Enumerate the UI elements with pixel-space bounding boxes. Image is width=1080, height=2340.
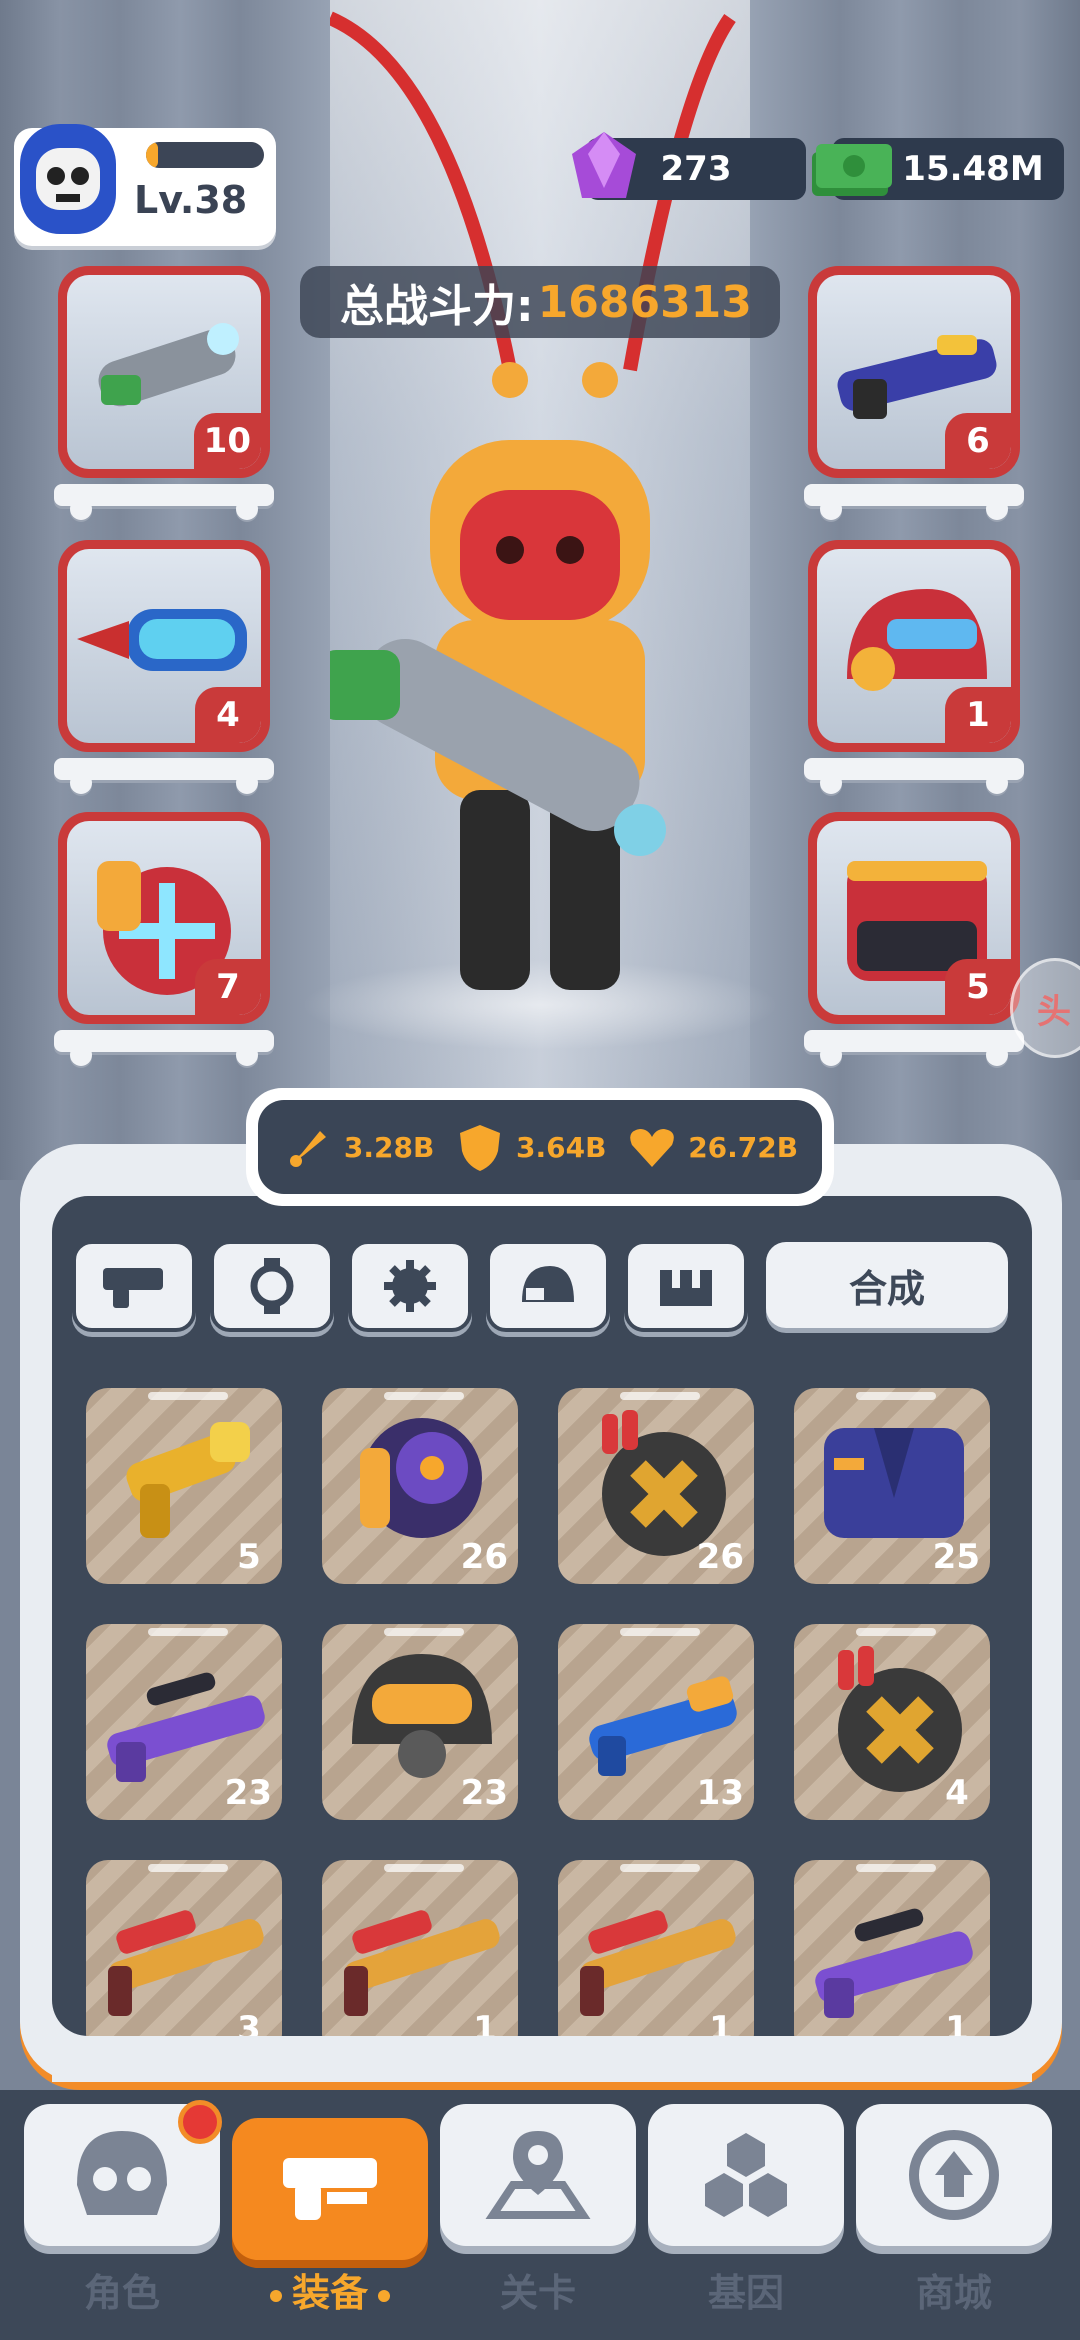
inventory-item[interactable]: 5	[78, 1380, 290, 1592]
nav-shop-label: 商城	[915, 2271, 992, 2315]
nav-gene[interactable]	[648, 2104, 844, 2246]
shelf	[804, 484, 1024, 520]
side-tab-label: 头	[1037, 991, 1071, 1032]
inventory-item[interactable]: 4	[786, 1616, 998, 1828]
defense-stat: 3.64B	[454, 1121, 606, 1173]
watch-icon	[250, 1258, 294, 1314]
nav-equipment-text: 装备	[291, 2271, 368, 2315]
shield-icon	[460, 1125, 501, 1171]
heart-icon	[630, 1129, 675, 1167]
helmet-icon	[522, 1266, 574, 1302]
cash-amount: 15.48M	[902, 149, 1044, 189]
health-stat: 26.72B	[626, 1121, 798, 1173]
defense-value: 3.64B	[516, 1130, 607, 1164]
equip-slot-left-1[interactable]: 10	[58, 266, 270, 478]
slot-count: 6	[945, 413, 1011, 469]
inventory-item[interactable]: 13	[550, 1616, 762, 1828]
armor-icon	[660, 1270, 712, 1306]
gear-icon	[384, 1260, 436, 1312]
equip-slot-right-2[interactable]: 1	[808, 540, 1020, 752]
level-progress	[146, 142, 264, 168]
shelf	[54, 484, 274, 520]
item-count: 26	[460, 1537, 508, 1577]
synthesize-label: 合成	[848, 1266, 925, 1311]
nav-stage-label: 关卡	[499, 2271, 576, 2315]
inventory-item[interactable]: 1	[314, 1852, 526, 2064]
item-count: 23	[460, 1773, 508, 1813]
inventory-item[interactable]: 25	[786, 1380, 998, 1592]
gem-icon	[572, 132, 636, 198]
nav-shop[interactable]	[856, 2104, 1052, 2246]
shelf	[804, 758, 1024, 794]
player-level: Lv.38	[134, 178, 248, 222]
shop-icon	[909, 2130, 999, 2220]
gun-icon	[283, 2158, 377, 2220]
equip-slot-right-1[interactable]: 6	[808, 266, 1020, 478]
equip-slot-right-3[interactable]: 5	[808, 812, 1020, 1024]
equip-slot-left-3[interactable]: 7	[58, 812, 270, 1024]
inventory-item[interactable]: 26	[314, 1380, 526, 1592]
inventory-item[interactable]: 1	[786, 1852, 998, 2064]
tab-weapon[interactable]	[72, 1240, 196, 1332]
shelf	[54, 758, 274, 794]
notification-badge	[178, 2100, 222, 2144]
avatar	[20, 124, 116, 234]
total-power-label: 总战斗力:	[340, 281, 534, 332]
health-value: 26.72B	[688, 1130, 799, 1164]
gem-amount: 273	[660, 149, 732, 189]
tab-watch[interactable]	[210, 1240, 334, 1332]
equip-slot-left-2[interactable]: 4	[58, 540, 270, 752]
total-power-value: 1686313	[537, 276, 752, 328]
slot-count: 5	[945, 959, 1011, 1015]
item-count: 5	[237, 1537, 261, 1577]
tab-armor[interactable]	[624, 1240, 748, 1332]
cash-icon	[812, 144, 892, 196]
panel-bottom-edge	[52, 2036, 1032, 2082]
tab-gear[interactable]	[348, 1240, 472, 1332]
hexagons-icon	[705, 2133, 787, 2217]
nav-gene-label: 基因	[707, 2271, 784, 2315]
nav-equipment[interactable]	[232, 2118, 428, 2260]
shelf	[54, 1030, 274, 1066]
inventory-item[interactable]: 1	[550, 1852, 762, 2064]
nav-equipment-label: 装备	[232, 2262, 428, 2317]
item-count: 4	[945, 1773, 969, 1813]
stats-bar: 3.28B 3.64B 26.72B	[246, 1088, 834, 1206]
tab-helmet[interactable]	[486, 1240, 610, 1332]
inventory-item[interactable]: 23	[78, 1616, 290, 1828]
skull-icon	[77, 2131, 167, 2215]
nav-character-label: 角色	[83, 2271, 160, 2315]
synthesize-button[interactable]: 合成	[766, 1242, 1008, 1328]
inventory-item[interactable]: 3	[78, 1852, 290, 2064]
nav-stage[interactable]	[440, 2104, 636, 2246]
slot-count: 7	[195, 959, 261, 1015]
item-count: 26	[696, 1537, 744, 1577]
inventory-item[interactable]: 26	[550, 1380, 762, 1592]
total-power-banner: 总战斗力: 1686313	[300, 266, 780, 338]
attack-stat: 3.28B	[282, 1121, 434, 1173]
weapon-icon	[103, 1268, 163, 1308]
level-progress-fill	[146, 142, 158, 168]
slot-count: 10	[193, 413, 261, 469]
item-count: 13	[696, 1773, 744, 1813]
inventory-item[interactable]: 23	[314, 1616, 526, 1828]
player-card[interactable]: Lv.38	[14, 124, 276, 246]
rocket-icon	[289, 1131, 326, 1167]
slot-count: 4	[195, 687, 261, 743]
attack-value: 3.28B	[343, 1130, 435, 1164]
map-icon	[485, 2131, 591, 2219]
slot-count: 1	[945, 687, 1011, 743]
shelf	[804, 1030, 1024, 1066]
item-count: 25	[932, 1537, 980, 1577]
item-count: 23	[224, 1773, 272, 1813]
